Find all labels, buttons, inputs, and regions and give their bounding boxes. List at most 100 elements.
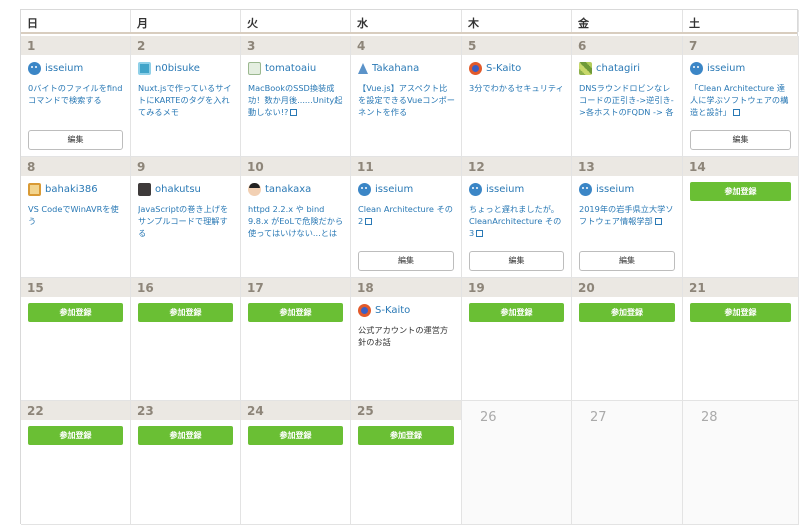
day-number: 3: [241, 36, 350, 55]
day-cell: 1 isseium 0バイトのファイルをfindコマンドで検索する 編集: [21, 36, 131, 157]
entry-title-link[interactable]: Nuxt.jsで作っているサイトにKARTEのタグを入れてみるメモ: [138, 82, 234, 118]
day-number: 28: [701, 410, 718, 425]
author-name: chatagiri: [596, 63, 641, 74]
author-link[interactable]: chatagiri: [579, 60, 682, 77]
author-link[interactable]: tomatoaiu: [248, 60, 350, 77]
edit-button[interactable]: 編集: [690, 130, 791, 150]
author-name: S-Kaito: [375, 305, 411, 316]
day-number: 18: [351, 278, 461, 297]
author-name: S-Kaito: [486, 63, 522, 74]
join-button[interactable]: 参加登録: [690, 303, 791, 322]
join-button[interactable]: 参加登録: [28, 303, 123, 322]
join-button[interactable]: 参加登録: [138, 426, 233, 445]
external-link-icon: [654, 218, 662, 225]
external-link-icon: [732, 109, 740, 116]
day-cell: 25 参加登録: [351, 401, 462, 525]
entry-title-link[interactable]: DNSラウンドロビンなレコードの正引き->逆引き->各ホストのFQDN -> 各…: [579, 82, 676, 118]
weekday-label: 火: [241, 10, 351, 32]
author-link[interactable]: bahaki386: [28, 181, 130, 198]
author-name: isseium: [707, 63, 746, 74]
author-link[interactable]: isseium: [28, 60, 130, 77]
author-link[interactable]: tanakaxa: [248, 181, 350, 198]
triangle-avatar-icon: [358, 63, 368, 74]
entry-title-link[interactable]: 0バイトのファイルをfindコマンドで検索する: [28, 82, 124, 118]
day-number: 22: [21, 401, 130, 420]
author-link[interactable]: isseium: [579, 181, 682, 198]
entry-title: 3分でわかるセキュリティ: [469, 83, 564, 93]
entry-title-link[interactable]: ちょっと遅れましたが。CleanArchitecture その3: [469, 203, 565, 239]
author-link[interactable]: isseium: [690, 60, 798, 77]
pixel-avatar-icon: [138, 62, 151, 75]
day-number: 14: [683, 157, 798, 176]
day-number: 21: [683, 278, 798, 297]
day-number: 23: [131, 401, 240, 420]
entry-title-link[interactable]: 3分でわかるセキュリティ: [469, 82, 565, 118]
day-number: 16: [131, 278, 240, 297]
entry-title-link[interactable]: VS CodeでWinAVRを使う: [28, 203, 124, 239]
author-link[interactable]: isseium: [358, 181, 461, 198]
day-number: 11: [351, 157, 461, 176]
author-name: bahaki386: [45, 184, 98, 195]
day-cell: 16 参加登録: [131, 278, 241, 401]
entry-title-link[interactable]: 「Clean Architecture 達人に学ぶソフトウェアの構造と設計」: [690, 82, 792, 118]
cat-avatar-icon: [248, 62, 261, 75]
join-button[interactable]: 参加登録: [579, 303, 675, 322]
join-button[interactable]: 参加登録: [469, 303, 564, 322]
day-number: 10: [241, 157, 350, 176]
entry-title: DNSラウンドロビンなレコードの正引き->逆引き->各ホストのFQDN -> 各…: [579, 83, 674, 117]
edit-button[interactable]: 編集: [469, 251, 564, 271]
day-number: 7: [683, 36, 798, 55]
join-button[interactable]: 参加登録: [358, 426, 454, 445]
entry-title-link[interactable]: JavaScriptの巻き上げをサンプルコードで理解する: [138, 203, 234, 239]
day-cell: 14 参加登録: [683, 157, 799, 278]
author-link[interactable]: ohakutsu: [138, 181, 240, 198]
dark-avatar-icon: [138, 183, 151, 196]
author-name: isseium: [375, 184, 414, 195]
join-button[interactable]: 参加登録: [248, 426, 343, 445]
face-avatar-icon: [248, 183, 261, 196]
edit-button[interactable]: 編集: [358, 251, 454, 271]
author-name: ohakutsu: [155, 184, 201, 195]
entry-title-link[interactable]: httpd 2.2.x や bind 9.8.x がEoLで危険だから使ってはい…: [248, 203, 344, 239]
join-button[interactable]: 参加登録: [138, 303, 233, 322]
owl-icon: [358, 183, 371, 196]
day-cell: 15 参加登録: [21, 278, 131, 401]
author-link[interactable]: Takahana: [358, 60, 461, 77]
author-name: tanakaxa: [265, 184, 312, 195]
day-number: 15: [21, 278, 130, 297]
day-number: 25: [351, 401, 461, 420]
day-cell: 20 参加登録: [572, 278, 683, 401]
entry-title-link[interactable]: 【Vue.js】アスペクト比を設定できるVueコンポーネントを作る: [358, 82, 455, 118]
entry-title-link[interactable]: Clean Architecture その2: [358, 203, 455, 239]
external-link-icon: [476, 230, 484, 237]
author-link[interactable]: S-Kaito: [469, 60, 571, 77]
day-cell: 28: [683, 401, 799, 525]
entry-title: httpd 2.2.x や bind 9.8.x がEoLで危険だから使ってはい…: [248, 204, 344, 238]
author-name: tomatoaiu: [265, 63, 317, 74]
author-link[interactable]: isseium: [469, 181, 571, 198]
day-number: 19: [462, 278, 571, 297]
join-button[interactable]: 参加登録: [248, 303, 343, 322]
day-number: 9: [131, 157, 240, 176]
day-cell: 3 tomatoaiu MacBookのSSD換装成功！数か月後......Unit…: [241, 36, 351, 157]
external-link-icon: [365, 218, 373, 225]
mosaic-avatar-icon: [579, 62, 592, 75]
author-link[interactable]: n0bisuke: [138, 60, 240, 77]
day-cell: 8 bahaki386 VS CodeでWinAVRを使う: [21, 157, 131, 278]
entry-title: Clean Architecture その2: [358, 204, 453, 226]
weekday-label: 金: [572, 10, 683, 32]
day-cell: 6 chatagiri DNSラウンドロビンなレコードの正引き->逆引き->各ホスト…: [572, 36, 683, 157]
join-button[interactable]: 参加登録: [28, 426, 123, 445]
edit-button[interactable]: 編集: [28, 130, 123, 150]
author-link[interactable]: S-Kaito: [358, 302, 461, 319]
entry-title: 公式アカウントの運営方針のお話: [358, 325, 449, 347]
join-button[interactable]: 参加登録: [690, 182, 791, 201]
entry-title-link[interactable]: 2019年の岩手県立大学ソフトウェア情報学部: [579, 203, 676, 239]
day-number: 6: [572, 36, 682, 55]
entry-title-link[interactable]: MacBookのSSD換装成功！数か月後......Unity起動しない!?: [248, 82, 344, 118]
day-number: 4: [351, 36, 461, 55]
advent-calendar: 日月火水木金土 1 isseium 0バイトのファイルをfindコマンドで検索する編…: [20, 9, 799, 525]
entry-title: 0バイトのファイルをfindコマンドで検索する: [28, 83, 123, 105]
day-cell: 21 参加登録: [683, 278, 799, 401]
edit-button[interactable]: 編集: [579, 251, 675, 271]
